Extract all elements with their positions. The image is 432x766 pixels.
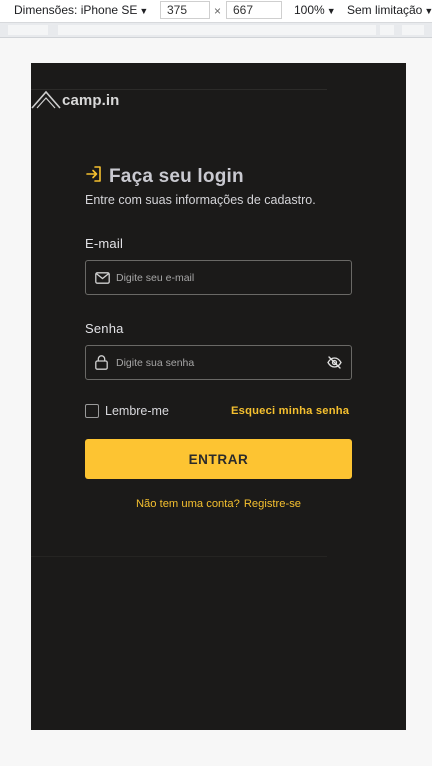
lock-icon: [95, 355, 111, 371]
signup-row: Não tem uma conta? Registre-se: [31, 498, 406, 510]
title-row: Faça seu login: [85, 165, 244, 188]
device-viewport: camp.in Faça seu login Entre com suas in…: [31, 63, 406, 730]
password-field: [85, 345, 352, 380]
device-toolbar: Dimensões: iPhone SE ▼ 375 × 667 100% ▼ Se…: [0, 0, 432, 22]
brand-name: camp.in: [62, 91, 120, 109]
brand-logo[interactable]: camp.in: [31, 88, 119, 112]
forgot-password-link[interactable]: Esqueci minha senha: [231, 405, 349, 417]
device-select[interactable]: Dimensões: iPhone SE ▼: [14, 3, 148, 17]
width-input[interactable]: 375: [160, 1, 210, 19]
password-label: Senha: [85, 321, 124, 336]
tent-icon: [31, 90, 61, 110]
eye-off-icon[interactable]: [327, 355, 343, 371]
zoom-select[interactable]: 100% ▼: [294, 3, 336, 17]
media-query-ruler: [0, 22, 432, 38]
caret-down-icon: ▼: [326, 6, 336, 16]
divider: [31, 556, 327, 557]
page-title: Faça seu login: [109, 165, 244, 187]
height-input[interactable]: 667: [226, 1, 282, 19]
page-subtitle: Entre com suas informações de cadastro.: [85, 193, 316, 207]
signup-prompt: Não tem uma conta?: [135, 498, 240, 510]
caret-down-icon: ▼: [139, 6, 149, 16]
caret-down-icon: ▼: [424, 6, 432, 16]
remember-label: Lembre-me: [105, 404, 169, 418]
remember-me: Lembre-me: [85, 404, 169, 418]
login-arrow-icon: [85, 165, 103, 188]
ruler-segment[interactable]: [8, 25, 48, 35]
email-field: [85, 260, 352, 295]
device-select-label: Dimensões: iPhone SE: [14, 3, 138, 17]
email-label: E-mail: [85, 236, 124, 251]
remember-checkbox[interactable]: [85, 404, 99, 418]
ruler-segment[interactable]: [380, 25, 394, 35]
signup-link[interactable]: Registre-se: [244, 498, 301, 510]
submit-button[interactable]: ENTRAR: [85, 439, 352, 479]
zoom-label: 100%: [294, 3, 325, 17]
ruler-segment[interactable]: [402, 25, 424, 35]
times-symbol: ×: [214, 4, 222, 18]
password-input[interactable]: [116, 352, 327, 373]
throttle-label: Sem limitação: [347, 3, 423, 17]
email-input[interactable]: [116, 267, 351, 288]
mail-icon: [95, 270, 111, 286]
throttle-select[interactable]: Sem limitação ▼: [347, 3, 432, 17]
ruler-segment[interactable]: [58, 25, 376, 35]
